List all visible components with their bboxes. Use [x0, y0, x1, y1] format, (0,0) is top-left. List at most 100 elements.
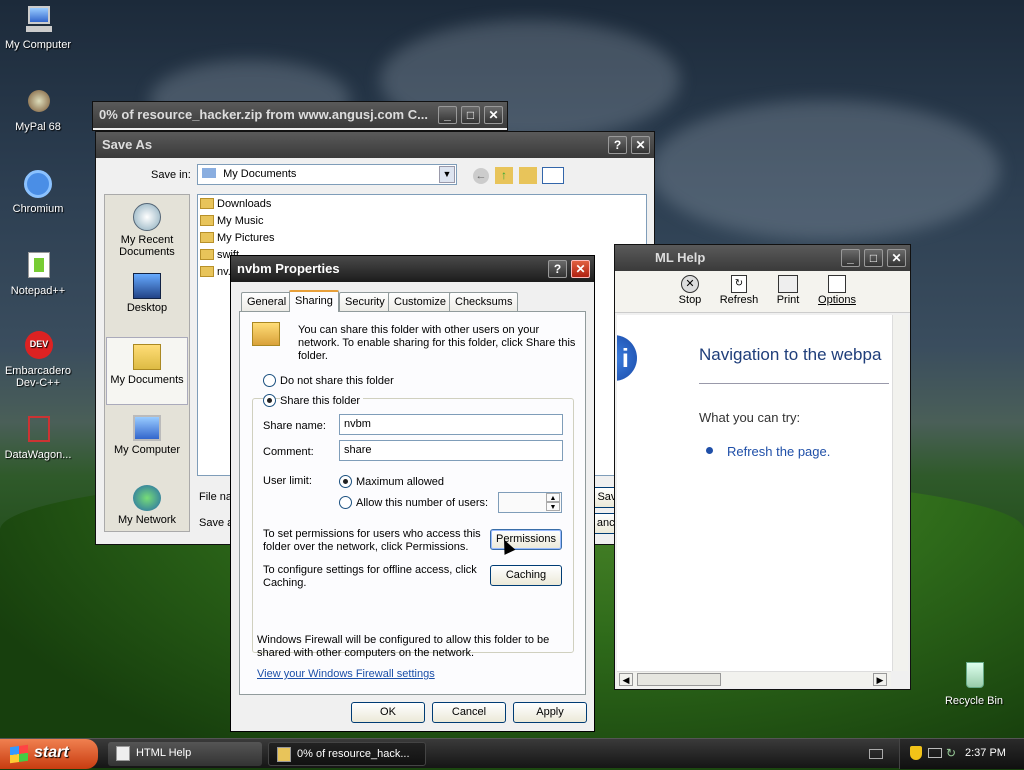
place-my-documents[interactable]: My Documents: [106, 337, 188, 405]
refresh-icon: ↻: [731, 275, 747, 293]
html-help-titlebar[interactable]: ML Help _ □ ✕: [615, 245, 910, 271]
apply-button[interactable]: Apply: [513, 702, 587, 723]
try-text: What you can try:: [699, 410, 801, 425]
toolbar-print[interactable]: Print: [773, 275, 803, 306]
desktop-icon-recycle-bin[interactable]: Recycle Bin: [934, 660, 1014, 707]
up-folder-icon[interactable]: ↑: [495, 167, 513, 184]
file-name-label: File na: [199, 491, 233, 503]
allow-number-label[interactable]: Allow this number of users:: [356, 497, 488, 509]
desktop-icon-label: My Computer: [4, 39, 72, 51]
chevron-down-icon[interactable]: ▼: [439, 166, 455, 183]
minimize-button[interactable]: _: [841, 249, 860, 267]
max-allowed-label[interactable]: Maximum allowed: [356, 476, 444, 488]
close-button[interactable]: ✕: [631, 136, 650, 154]
help-button[interactable]: ?: [608, 136, 627, 154]
sync-icon[interactable]: ↻: [946, 746, 958, 760]
datawagon-icon: [22, 414, 54, 446]
refresh-link[interactable]: Refresh the page.: [727, 444, 830, 459]
maximize-button[interactable]: □: [864, 249, 883, 267]
task-download[interactable]: 0% of resource_hack...: [268, 742, 426, 766]
recycle-bin-icon: [958, 660, 990, 692]
desktop-icon-my-computer[interactable]: My Computer: [0, 4, 78, 51]
desktop-icon-datawagon[interactable]: DataWagon...: [0, 414, 78, 461]
tab-customize[interactable]: Customize: [388, 292, 452, 311]
windows-logo-icon: [10, 744, 28, 764]
vertical-scrollbar[interactable]: [892, 315, 908, 671]
divider: [699, 383, 889, 384]
start-button[interactable]: start: [0, 739, 98, 769]
close-button[interactable]: ✕: [887, 249, 906, 267]
desktop-icon-chromium[interactable]: Chromium: [0, 168, 78, 215]
places-bar: My Recent Documents Desktop My Documents…: [104, 194, 190, 532]
caching-text: To configure settings for offline access…: [263, 564, 477, 589]
back-icon[interactable]: ←: [473, 168, 489, 184]
tab-checksums[interactable]: Checksums: [449, 292, 519, 311]
download-app-icon: [277, 747, 291, 762]
desktop-icon-mypal[interactable]: MyPal 68: [0, 86, 78, 133]
stepper-down-icon[interactable]: ▼: [546, 502, 560, 511]
toolbar-stop[interactable]: ✕ Stop: [675, 275, 705, 306]
download-titlebar[interactable]: 0% of resource_hacker.zip from www.angus…: [93, 102, 507, 128]
task-html-help[interactable]: HTML Help: [108, 742, 262, 766]
tab-sharing[interactable]: Sharing: [289, 290, 339, 312]
list-item[interactable]: Downloads: [200, 198, 271, 210]
keyboard-icon[interactable]: [869, 749, 883, 759]
scroll-thumb[interactable]: [637, 673, 721, 686]
help-button[interactable]: ?: [548, 260, 567, 278]
scroll-right-icon[interactable]: ▶: [873, 673, 887, 686]
taskbar: start HTML Help 0% of resource_hack... ↻…: [0, 738, 1024, 769]
user-limit-label: User limit:: [263, 475, 312, 487]
stepper-up-icon[interactable]: ▲: [546, 493, 560, 502]
firewall-link[interactable]: View your Windows Firewall settings: [257, 668, 435, 680]
tab-security[interactable]: Security: [339, 292, 391, 311]
chromium-icon: [22, 168, 54, 200]
toolbar-options[interactable]: Options: [815, 275, 859, 306]
do-not-share-radio[interactable]: [263, 374, 276, 387]
scroll-left-icon[interactable]: ◀: [619, 673, 633, 686]
permissions-text: To set permissions for users who access …: [263, 528, 481, 553]
do-not-share-label[interactable]: Do not share this folder: [280, 375, 394, 387]
tab-general[interactable]: General: [241, 292, 293, 311]
comment-input[interactable]: share: [339, 440, 563, 461]
network-tray-icon[interactable]: [928, 748, 942, 758]
share-this-radio[interactable]: [263, 394, 276, 407]
user-count-stepper[interactable]: ▲ ▼: [498, 492, 562, 513]
folder-icon: [202, 168, 216, 178]
sharing-intro: You can share this folder with other use…: [298, 324, 576, 362]
horizontal-scrollbar[interactable]: ◀ ▶: [617, 671, 891, 687]
cancel-button[interactable]: Cancel: [432, 702, 506, 723]
maximize-button[interactable]: □: [461, 106, 480, 124]
mypal-icon: [22, 86, 54, 118]
list-item[interactable]: My Pictures: [200, 232, 274, 244]
share-name-input[interactable]: nvbm: [339, 414, 563, 435]
music-folder-icon: [200, 215, 214, 226]
caching-button[interactable]: Caching: [490, 565, 562, 586]
share-this-label[interactable]: Share this folder: [280, 395, 364, 407]
close-button[interactable]: ✕: [571, 260, 590, 278]
print-icon: [778, 275, 798, 293]
place-recent[interactable]: My Recent Documents: [107, 201, 187, 263]
minimize-button[interactable]: _: [438, 106, 457, 124]
folder-icon: [200, 266, 214, 277]
allow-number-radio[interactable]: [339, 496, 352, 509]
place-my-network[interactable]: My Network: [107, 483, 187, 533]
place-desktop[interactable]: Desktop: [107, 271, 187, 321]
help-content: i Navigation to the webpa What you can t…: [617, 315, 908, 671]
max-allowed-radio[interactable]: [339, 475, 352, 488]
save-as-titlebar[interactable]: Save As ? ✕: [96, 132, 654, 158]
save-in-dropdown[interactable]: My Documents ▼: [197, 164, 457, 185]
place-my-computer[interactable]: My Computer: [107, 413, 187, 465]
list-item[interactable]: My Music: [200, 215, 263, 227]
html-help-window: ML Help _ □ ✕ ✕ Stop ↻ Refresh Print Opt…: [614, 244, 911, 690]
toolbar-refresh[interactable]: ↻ Refresh: [719, 275, 759, 306]
close-button[interactable]: ✕: [484, 106, 503, 124]
desktop-icon-devcpp[interactable]: DEV Embarcadero Dev-C++: [0, 330, 78, 389]
ok-button[interactable]: OK: [351, 702, 425, 723]
shield-icon[interactable]: [910, 746, 922, 760]
system-tray: ↻ 2:37 PM: [899, 739, 1024, 769]
new-folder-icon[interactable]: [519, 167, 537, 184]
properties-titlebar[interactable]: nvbm Properties ? ✕: [231, 256, 594, 282]
views-icon[interactable]: [542, 167, 564, 184]
help-toolbar: ✕ Stop ↻ Refresh Print Options: [615, 271, 910, 313]
desktop-icon-notepadpp[interactable]: Notepad++: [0, 250, 78, 297]
